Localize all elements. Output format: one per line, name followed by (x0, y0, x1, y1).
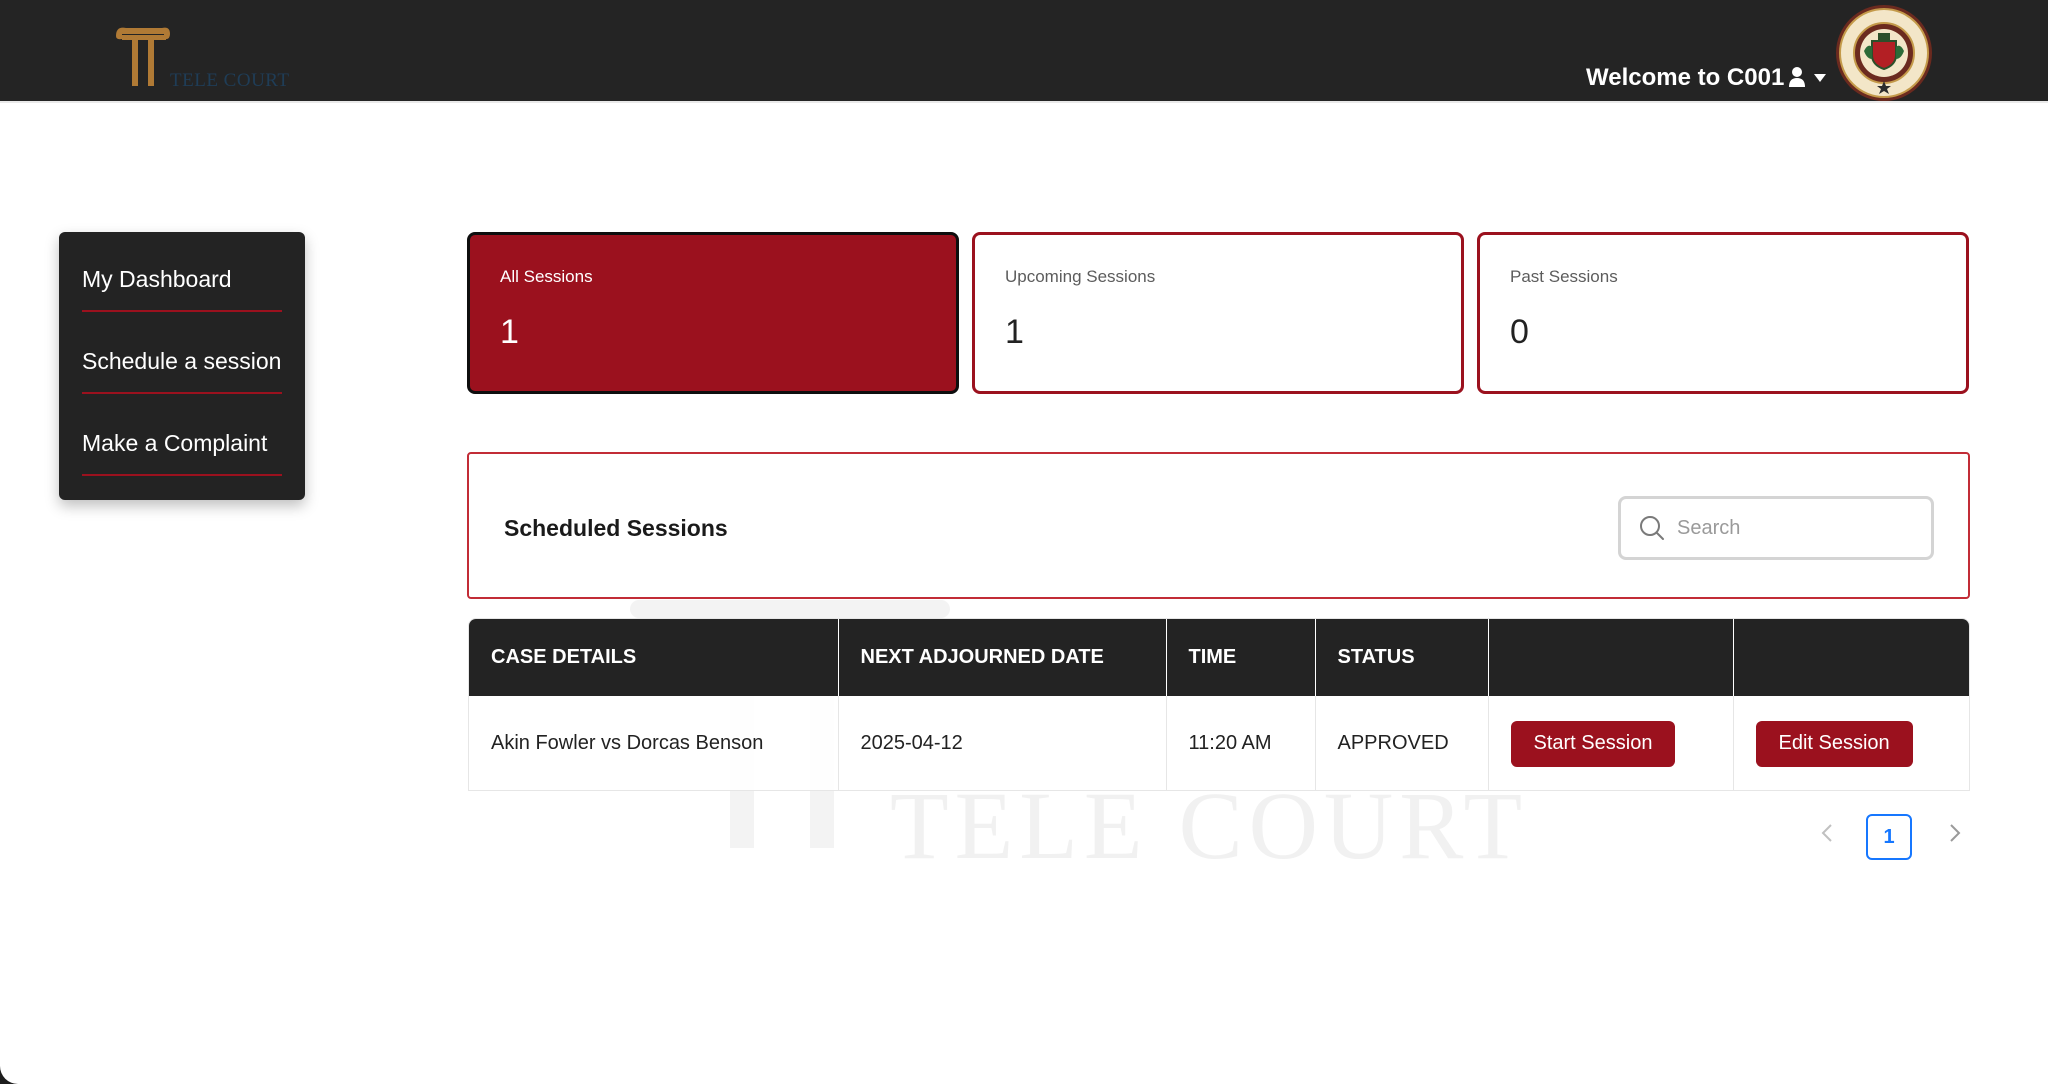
sidebar-item-make-complaint[interactable]: Make a Complaint (82, 394, 282, 476)
scheduled-sessions-title: Scheduled Sessions (504, 515, 728, 541)
card-past-sessions[interactable]: Past Sessions 0 (1477, 232, 1969, 394)
search-box[interactable] (1618, 496, 1934, 560)
cell-status: APPROVED (1315, 696, 1489, 790)
search-input[interactable] (1677, 509, 1917, 547)
pagination: 1 (1812, 812, 1982, 860)
sidebar-item-schedule-session[interactable]: Schedule a session (82, 312, 282, 394)
header-time: TIME (1166, 619, 1316, 696)
logo-text: TELE COURT (170, 70, 290, 91)
search-icon (1640, 516, 1664, 540)
card-label: All Sessions (500, 267, 593, 286)
header-edit-action (1733, 619, 1969, 696)
table-row: Akin Fowler vs Dorcas Benson 2025-04-12 … (469, 696, 1969, 790)
card-upcoming-sessions[interactable]: Upcoming Sessions 1 (972, 232, 1464, 394)
cell-edit-action: Edit Session (1733, 696, 1969, 790)
card-value: 1 (1005, 313, 1024, 351)
header-next-adjourned-date: NEXT ADJOURNED DATE (838, 619, 1167, 696)
cell-time: 11:20 AM (1166, 696, 1316, 790)
header-status: STATUS (1315, 619, 1489, 696)
edit-session-button[interactable]: Edit Session (1755, 720, 1913, 767)
tele-court-logo[interactable]: TELE COURT (112, 22, 302, 92)
table-header-row: CASE DETAILS NEXT ADJOURNED DATE TIME ST… (469, 619, 1969, 696)
chevron-right-icon[interactable] (1940, 822, 1970, 850)
page: TELE COURT TELE COURT Welcome to C001 My… (0, 0, 2048, 1084)
card-all-sessions[interactable]: All Sessions 1 (467, 232, 959, 394)
tele-court-logo-icon (116, 27, 170, 86)
header-case-details: CASE DETAILS (469, 619, 839, 696)
sessions-table: CASE DETAILS NEXT ADJOURNED DATE TIME ST… (468, 618, 1970, 791)
header-start-action (1488, 619, 1734, 696)
card-label: Past Sessions (1510, 267, 1618, 286)
scheduled-sessions-panel: Scheduled Sessions (467, 452, 1970, 599)
page-number-button[interactable]: 1 (1866, 814, 1912, 860)
start-session-button[interactable]: Start Session (1510, 720, 1676, 767)
card-value: 1 (500, 313, 519, 351)
cell-case-details: Akin Fowler vs Dorcas Benson (469, 696, 839, 790)
caret-down-icon[interactable] (1814, 74, 1826, 82)
user-icon[interactable] (1788, 66, 1806, 88)
cell-date: 2025-04-12 (838, 696, 1167, 790)
judiciary-seal-icon (1836, 5, 1932, 101)
welcome-text: Welcome to C001 (1586, 64, 1785, 91)
card-label: Upcoming Sessions (1005, 267, 1156, 286)
chevron-left-icon[interactable] (1812, 822, 1842, 850)
top-navbar: TELE COURT Welcome to C001 (0, 0, 2048, 103)
card-value: 0 (1510, 313, 1529, 351)
cell-start-action: Start Session (1488, 696, 1734, 790)
sidebar-item-my-dashboard[interactable]: My Dashboard (82, 232, 282, 312)
sidebar: My Dashboard Schedule a session Make a C… (59, 232, 305, 500)
